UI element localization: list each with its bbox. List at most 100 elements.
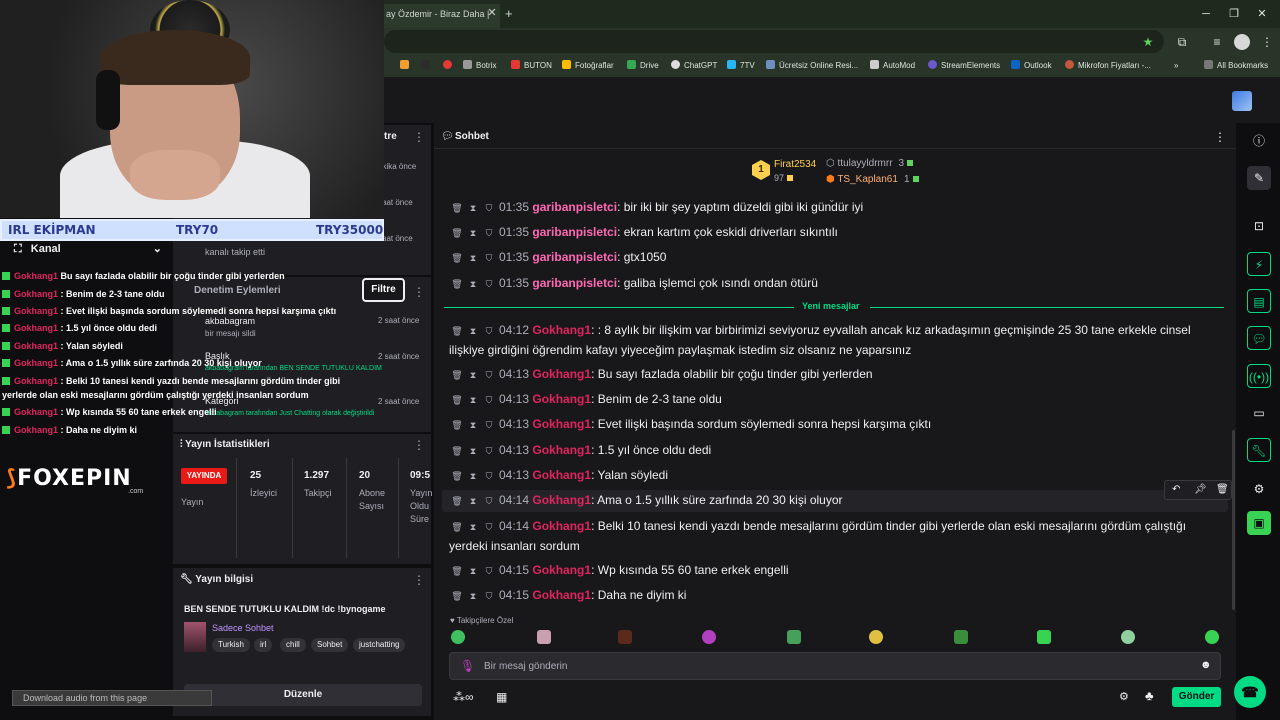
gift-user[interactable]: ⬢ TS_Kaplan61 1 bbox=[826, 174, 919, 185]
bookmark-resim[interactable]: Ücretsiz Online Resi... bbox=[766, 59, 858, 73]
extension-icon[interactable]: ▣ bbox=[1247, 511, 1271, 535]
browser-menu-icon[interactable]: ⋮ bbox=[1260, 35, 1274, 49]
bookmark-chatgpt[interactable]: ChatGPT bbox=[671, 59, 717, 73]
tag[interactable]: Sohbet bbox=[311, 638, 349, 652]
emote-icon[interactable] bbox=[618, 630, 632, 644]
tag[interactable]: chill bbox=[280, 638, 306, 652]
bookmark-automod[interactable]: AutoMod bbox=[870, 59, 915, 73]
bookmark-fotograflar[interactable]: Fotoğraflar bbox=[562, 59, 614, 73]
emote-icon[interactable] bbox=[954, 630, 968, 644]
chat-menu-icon[interactable]: ⋮ bbox=[1214, 130, 1226, 144]
maximize-icon[interactable]: ❐ bbox=[1226, 6, 1242, 22]
browser-tab[interactable]: ay Özdemir - Biraz Daha | bbox=[384, 4, 500, 28]
chat-scrollbar[interactable] bbox=[1232, 430, 1235, 610]
chat-message[interactable]: 🗑︎ ⧗ ⛉ 04:13 Gokhang1: Benim de 2-3 tane ol… bbox=[449, 390, 1224, 410]
emote-icon[interactable] bbox=[702, 630, 716, 644]
tag[interactable]: justchatting bbox=[353, 638, 406, 652]
ban-icon: ⛉ bbox=[485, 566, 493, 576]
emote-icon[interactable] bbox=[787, 630, 801, 644]
chat-message[interactable]: 🗑︎ ⧗ ⛉ 04:14 Gokhang1: Ama o 1.5 yıllık sür… bbox=[449, 491, 1224, 511]
points-icon[interactable]: ⁂∞ bbox=[453, 690, 474, 704]
chat-message[interactable]: 🗑︎ ⧗ ⛉ 01:35 garibanpisletci: gtx1050 bbox=[449, 248, 1224, 268]
delete-msg-icon: 🗑︎ bbox=[451, 591, 463, 601]
wrench-icon: 🔧︎ bbox=[180, 574, 196, 585]
ban-icon: ⛉ bbox=[485, 446, 493, 456]
extensions-icon[interactable]: ⧉ bbox=[1175, 35, 1189, 49]
emote-icon[interactable] bbox=[869, 630, 883, 644]
emote-icon[interactable] bbox=[1121, 630, 1135, 644]
bot-icon[interactable]: ♣ bbox=[1145, 688, 1154, 703]
store-icon[interactable]: ▦ bbox=[496, 690, 507, 704]
emote-icon[interactable] bbox=[451, 630, 465, 644]
bookmark-streamelements[interactable]: StreamElements bbox=[928, 59, 1000, 73]
chat-message[interactable]: 🗑︎ ⧗ ⛉ 04:13 Gokhang1: Yalan söyledi bbox=[449, 466, 1224, 486]
bookmark-7tv[interactable]: 7TV bbox=[727, 59, 755, 73]
bookmarks-overflow-icon[interactable]: » bbox=[1174, 59, 1178, 73]
lightning-icon[interactable]: ⚡︎ bbox=[1247, 252, 1271, 276]
profile-avatar[interactable] bbox=[1234, 34, 1250, 50]
tag[interactable]: irl bbox=[254, 638, 273, 652]
activity-menu-icon[interactable]: ⋮ bbox=[413, 130, 425, 144]
heart-icon: ♥ bbox=[450, 616, 457, 625]
minimize-icon[interactable]: ─ bbox=[1198, 6, 1214, 22]
bookmark-icon-2[interactable] bbox=[421, 59, 434, 73]
mod-menu-icon[interactable]: ⋮ bbox=[413, 285, 425, 299]
gear-icon[interactable]: ⚙ bbox=[1247, 477, 1271, 501]
chat-message[interactable]: 🗑︎ ⧗ ⛉ 04:15 Gokhang1: Wp kısında 55 60 tan… bbox=[449, 561, 1224, 581]
stack-icon[interactable]: ▭ bbox=[1247, 401, 1271, 425]
all-bookmarks[interactable]: All Bookmarks bbox=[1204, 59, 1268, 73]
chat-message[interactable]: 🗑︎ ⧗ ⛉ 01:35 garibanpisletci: galiba işlemc… bbox=[449, 274, 1224, 294]
bookmark-icon-3[interactable] bbox=[443, 59, 456, 73]
bookmark-mikrofon[interactable]: Mikrofon Fiyatları -... bbox=[1065, 59, 1151, 73]
info-icon[interactable]: ⓘ bbox=[1247, 129, 1271, 153]
download-audio-banner[interactable]: Download audio from this page bbox=[12, 690, 212, 706]
broadcast-icon[interactable]: ((•)) bbox=[1247, 364, 1271, 388]
close-tab-icon[interactable]: ✕ bbox=[486, 7, 498, 19]
chat-message[interactable]: 🗑︎ ⧗ ⛉ 04:12 Gokhang1: : 8 aylık bir ilişki… bbox=[449, 321, 1224, 360]
bookmark-icon-1[interactable] bbox=[400, 59, 413, 73]
user-avatar[interactable] bbox=[1232, 91, 1252, 111]
kanal-dropdown[interactable]: ⛶ Kanal ⌄ bbox=[14, 242, 162, 256]
bookmark-star-icon[interactable]: ★ bbox=[1141, 35, 1155, 49]
wrench-icon[interactable]: 🔧︎ bbox=[1247, 438, 1271, 462]
filter-button[interactable]: Filtre bbox=[362, 278, 405, 302]
microphone-icon[interactable]: 🎙︎ bbox=[460, 659, 475, 673]
chat-message[interactable]: 🗑︎ ⧗ ⛉ 01:35 garibanpisletci: ekran kartım … bbox=[449, 223, 1224, 243]
chat-message[interactable]: 🗑︎ ⧗ ⛉ 01:35 garibanpisletci: bir iki bir ş… bbox=[449, 198, 1224, 218]
streamer-hand bbox=[130, 150, 220, 200]
chat-message[interactable]: 🗑︎ ⧗ ⛉ 04:14 Gokhang1: Belki 10 tanesi kend… bbox=[449, 517, 1224, 556]
emote-icon[interactable] bbox=[1037, 630, 1051, 644]
info-menu-icon[interactable]: ⋮ bbox=[413, 573, 425, 587]
clipboard-icon[interactable]: ▤ bbox=[1247, 289, 1271, 313]
url-field[interactable] bbox=[384, 30, 1164, 53]
bookmark-outlook[interactable]: Outlook bbox=[1011, 59, 1052, 73]
bookmark-buton[interactable]: BUTON bbox=[511, 59, 552, 73]
chat-message[interactable]: 🗑︎ ⧗ ⛉ 04:13 Gokhang1: 1.5 yıl önce oldu de… bbox=[449, 441, 1224, 461]
gift-user[interactable]: ⬡ ttulayyldrmrr 3 bbox=[826, 158, 914, 169]
bookmark-drive[interactable]: Drive bbox=[627, 59, 659, 73]
quick-action-icon[interactable]: ⊡ bbox=[1247, 214, 1271, 238]
edit-button[interactable]: Düzenle bbox=[184, 684, 422, 706]
chat-input[interactable]: 🎙︎ Bir mesaj gönderin ☻ bbox=[449, 652, 1221, 680]
followers-stat: 1.297 Takipçi bbox=[304, 470, 332, 498]
settings-gear-icon[interactable]: ⚙ bbox=[1119, 690, 1129, 703]
category-link[interactable]: Sadece Sohbet bbox=[212, 623, 274, 633]
stats-menu-icon[interactable]: ⋮ bbox=[413, 438, 425, 452]
chat-message[interactable]: 🗑︎ ⧗ ⛉ 04:13 Gokhang1: Evet ilişki başında … bbox=[449, 415, 1224, 435]
send-button[interactable]: Gönder bbox=[1172, 687, 1221, 707]
emoji-icon[interactable]: ☻ bbox=[1200, 659, 1212, 671]
tag[interactable]: Turkish bbox=[212, 638, 250, 652]
leaderboard-top-user[interactable]: Firat2534 bbox=[774, 159, 816, 170]
emote-icon[interactable] bbox=[1205, 630, 1219, 644]
new-tab-icon[interactable]: + bbox=[505, 6, 513, 21]
overlay-chat-line: yerlerde olan eski mesajlarını gördüm ça… bbox=[2, 390, 309, 400]
bookmark-botrix[interactable]: Botrix bbox=[463, 59, 496, 73]
media-icon[interactable]: ≡ bbox=[1210, 35, 1224, 49]
emote-icon[interactable] bbox=[537, 630, 551, 644]
chat-bubble-icon[interactable]: 💬︎ bbox=[1247, 326, 1271, 350]
edit-pencil-icon[interactable]: ✎ bbox=[1247, 166, 1271, 190]
close-window-icon[interactable]: ✕ bbox=[1254, 6, 1270, 22]
chat-message[interactable]: 🗑︎ ⧗ ⛉ 04:15 Gokhang1: Daha ne diyim ki bbox=[449, 586, 1224, 606]
help-chat-icon[interactable]: ☎ bbox=[1234, 676, 1266, 708]
chat-message[interactable]: 🗑︎ ⧗ ⛉ 04:13 Gokhang1: Bu sayı fazlada olab… bbox=[449, 365, 1224, 385]
